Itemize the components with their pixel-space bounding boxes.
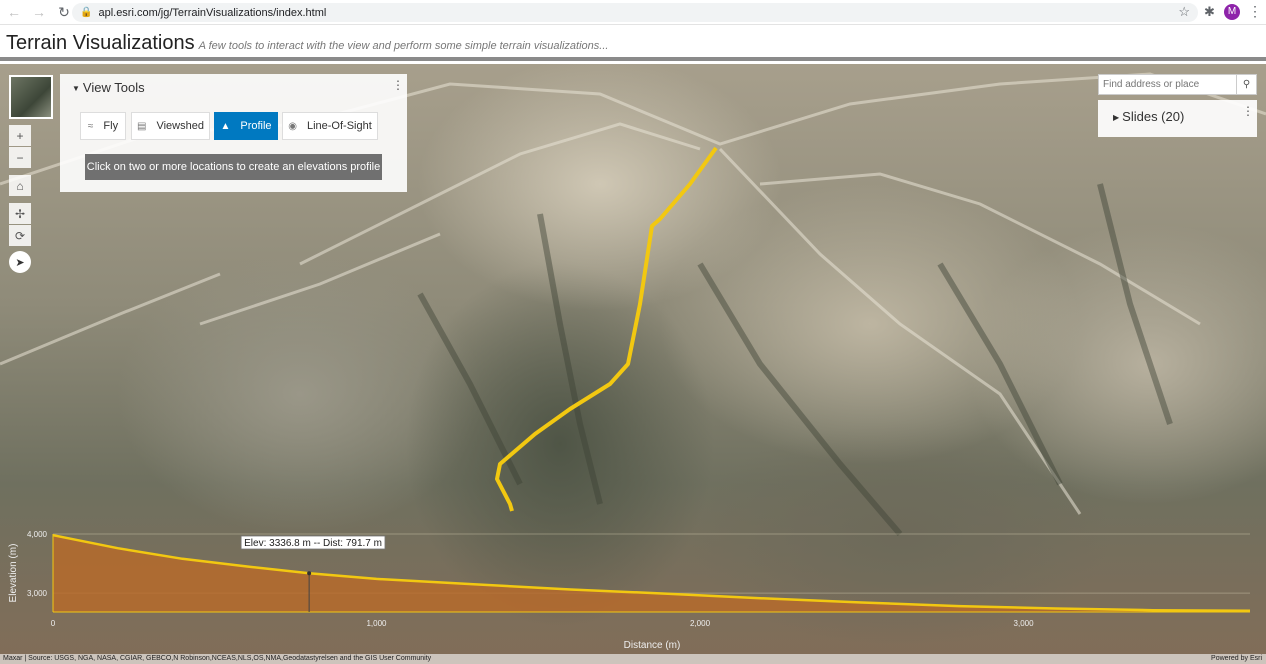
avatar[interactable]: M (1224, 4, 1240, 20)
home-icon[interactable]: ⌂ (9, 175, 31, 196)
tool-viewshed-button[interactable]: ▤ Viewshed (131, 112, 210, 140)
x-axis-label: Distance (m) (624, 640, 681, 651)
basemap-thumbnail[interactable] (9, 75, 53, 119)
url-text: apl.esri.com/jg/TerrainVisualizations/in… (98, 6, 327, 19)
search-icon[interactable]: ⚲ (1236, 75, 1256, 94)
slides-panel[interactable]: ▶ Slides (20) ⋮ (1098, 100, 1257, 137)
powered-by-esri[interactable]: Powered by Esri (1211, 654, 1262, 664)
app-header: Terrain Visualizations A few tools to in… (0, 26, 1266, 61)
extensions-icon[interactable]: ✱ (1204, 4, 1215, 20)
fly-icon: ≈ (87, 120, 94, 132)
search-input[interactable] (1099, 75, 1237, 94)
y-tick-label: 4,000 (27, 530, 48, 539)
view-tools-title: View Tools (82, 80, 145, 95)
zoom-in-icon[interactable]: + (9, 125, 31, 146)
profile-cursor-dot (307, 571, 312, 576)
profile-route-line (495, 146, 718, 512)
y-axis-label: Elevation (m) (8, 544, 19, 603)
scene-view[interactable]: + − ⌂ ✢ ⟳ ➤ ▼ View Tools ⋮ ≈ Fly ▤ Viewshed… (0, 64, 1266, 664)
tool-line-of-sight-label: Line-Of-Sight (306, 120, 372, 132)
slides-title: Slides (20) (1122, 109, 1185, 124)
pan-icon[interactable]: ✢ (9, 203, 31, 224)
line-of-sight-icon: ◉ (288, 120, 297, 132)
browser-toolbar: ← → ↻ 🔒 apl.esri.com/jg/TerrainVisualiza… (0, 0, 1266, 25)
elevation-profile-chart[interactable]: 0 1,000 2,000 3,000 4,000 3,000 Elev: 3336.8 … (0, 526, 1266, 656)
browser-menu-icon[interactable]: ⋮ (1248, 3, 1262, 20)
slides-header[interactable]: ▶ Slides (20) (1113, 109, 1184, 124)
viewshed-icon: ▤ (137, 120, 147, 132)
x-tick-label: 3,000 (1014, 619, 1035, 628)
attribution-bar: Maxar | Source: USGS, NGA, NASA, CGIAR, … (0, 654, 1266, 664)
expand-triangle-icon: ▼ (72, 84, 80, 94)
profile-area (53, 535, 1250, 612)
profile-hint: Click on two or more locations to create… (85, 154, 382, 180)
lock-icon: 🔒 (80, 7, 93, 18)
zoom-out-icon[interactable]: − (9, 147, 31, 168)
tool-line-of-sight-button[interactable]: ◉ Line-Of-Sight (282, 112, 378, 140)
tool-profile-label: Profile (240, 120, 272, 132)
tool-fly-button[interactable]: ≈ Fly (80, 112, 126, 140)
back-icon[interactable]: ← (3, 1, 25, 23)
search-widget: ⚲ (1098, 74, 1257, 95)
forward-icon[interactable]: → (28, 1, 50, 23)
slides-menu-icon[interactable]: ⋮ (1242, 104, 1254, 118)
page-subtitle: A few tools to interact with the view an… (198, 40, 609, 52)
bookmark-star-icon[interactable]: ☆ (1178, 4, 1190, 20)
y-tick-label: 3,000 (27, 589, 48, 598)
profile-icon: ▲ (220, 120, 231, 132)
x-tick-label: 0 (51, 619, 56, 628)
x-tick-label: 2,000 (690, 619, 711, 628)
expand-triangle-icon: ▶ (1113, 113, 1120, 123)
view-tools-header[interactable]: ▼ View Tools (72, 80, 145, 95)
view-tools-panel: ▼ View Tools ⋮ ≈ Fly ▤ Viewshed ▲ Profile ◉ L… (60, 74, 407, 192)
attribution-text: Maxar | Source: USGS, NGA, NASA, CGIAR, … (3, 655, 432, 662)
page-title: Terrain Visualizations (6, 32, 195, 54)
tool-profile-button[interactable]: ▲ Profile (214, 112, 278, 140)
address-bar[interactable]: 🔒 apl.esri.com/jg/TerrainVisualizations/… (72, 3, 1198, 22)
compass-icon[interactable]: ➤ (9, 251, 31, 273)
panel-menu-icon[interactable]: ⋮ (392, 78, 404, 92)
x-tick-label: 1,000 (366, 619, 387, 628)
tool-viewshed-label: Viewshed (156, 120, 204, 132)
rotate-icon[interactable]: ⟳ (9, 225, 31, 246)
tool-fly-label: Fly (103, 120, 119, 132)
svg-text:Elev: 3336.8 m -- Dist: 791.7: Elev: 3336.8 m -- Dist: 791.7 m (244, 538, 382, 549)
profile-tooltip: Elev: 3336.8 m -- Dist: 791.7 m (240, 535, 386, 550)
